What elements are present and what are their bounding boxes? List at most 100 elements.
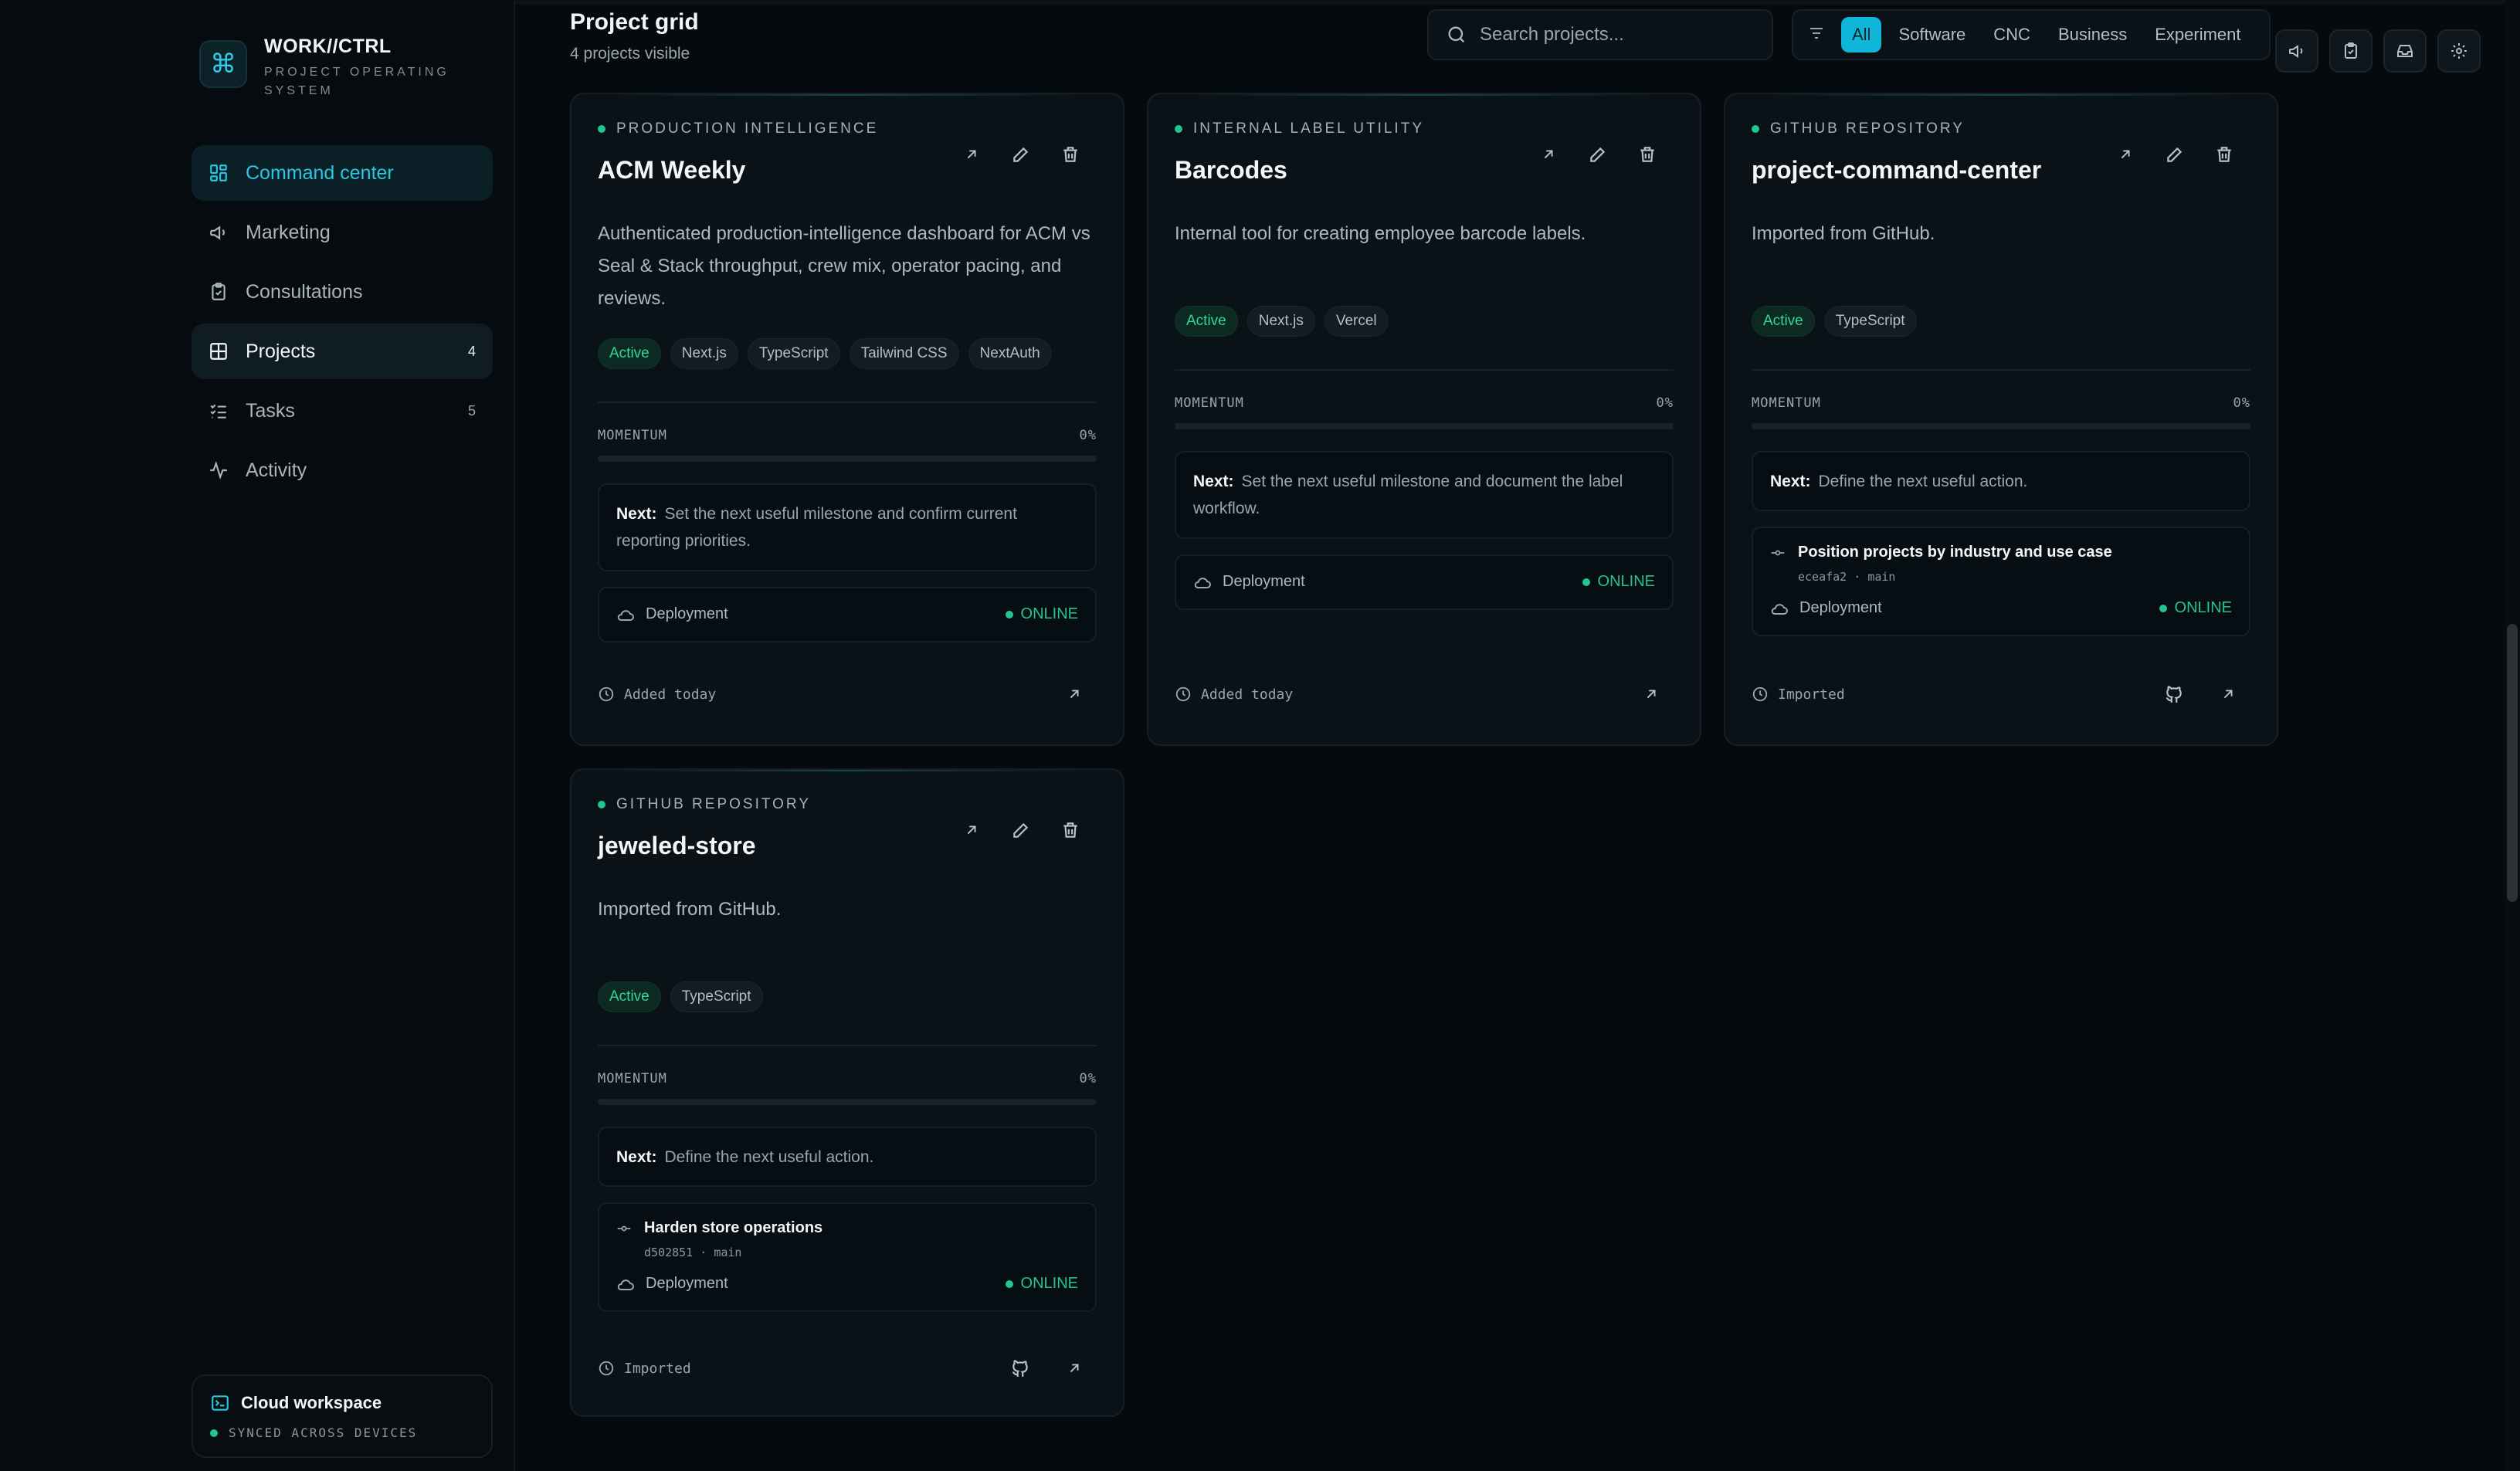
deployment-status: ONLINE [2159, 599, 2232, 617]
project-title: Barcodes [1175, 156, 1287, 184]
card-footer: Added today [1175, 686, 1674, 703]
project-card-barcodes[interactable]: INTERNAL LABEL UTILITY Barcodes Internal… [1147, 93, 1701, 746]
search-icon [1446, 24, 1467, 46]
megaphone-icon [207, 221, 230, 244]
card-footer: Added today [598, 686, 1097, 703]
card-actions [1513, 141, 1661, 168]
trash-icon[interactable] [1633, 141, 1661, 168]
gear-icon[interactable] [2437, 29, 2481, 73]
edit-icon[interactable] [1584, 141, 1612, 168]
card-footer: Imported [598, 1360, 1097, 1377]
deployment-status: ONLINE [1005, 1275, 1078, 1293]
trash-icon[interactable] [1057, 141, 1084, 168]
sidebar-item-consultations[interactable]: Consultations [192, 264, 493, 320]
added-date: Added today [1201, 686, 1294, 703]
edit-icon[interactable] [1007, 141, 1035, 168]
next-label: Next: [1770, 473, 1811, 490]
filter-icon[interactable] [1807, 24, 1829, 46]
next-label: Next: [1193, 473, 1234, 490]
project-description: Internal tool for creating employee barc… [1175, 223, 1586, 244]
sidebar-item-marketing[interactable]: Marketing [192, 205, 493, 260]
grid-icon [207, 340, 230, 363]
card-footer: Imported [1752, 686, 2250, 703]
open-external-icon[interactable] [1640, 683, 1663, 706]
sidebar-item-command-center[interactable]: Command center [192, 145, 493, 201]
inbox-icon[interactable] [2383, 29, 2427, 73]
deployment-status: ONLINE [1582, 573, 1655, 591]
footer-actions [1032, 683, 1086, 706]
open-external-icon[interactable] [2216, 683, 2240, 706]
trash-icon[interactable] [1057, 816, 1084, 844]
cloud-icon [1770, 601, 1789, 616]
divider [598, 402, 1097, 403]
tech-tag: Next.js [1246, 306, 1315, 337]
cloud-workspace-panel[interactable]: Cloud workspace SYNCED ACROSS DEVICES [192, 1374, 493, 1458]
command-key-icon: ⌘ [199, 40, 247, 88]
scrollbar-thumb[interactable] [2507, 624, 2518, 902]
status-dot [1175, 125, 1182, 133]
tech-tag: Vercel [1324, 306, 1389, 337]
clipboard-icon[interactable] [2329, 29, 2372, 73]
github-icon[interactable] [1009, 1357, 1032, 1380]
added-date: Imported [1778, 686, 1845, 703]
deployment-panel: Deployment ONLINE [598, 587, 1097, 642]
project-description: Imported from GitHub. [1752, 223, 1935, 244]
online-dot [1582, 578, 1590, 586]
open-external-icon[interactable] [958, 141, 985, 168]
momentum-row: MOMENTUM 0% [1752, 395, 2250, 411]
deployment-panel: Harden store operations d502851 · main D… [598, 1202, 1097, 1312]
commit-branch: main [1867, 570, 1896, 584]
commit-message: Harden store operations [644, 1219, 823, 1236]
filter-experiment[interactable]: Experiment [2144, 17, 2251, 53]
open-external-icon[interactable] [1535, 141, 1562, 168]
sidebar-item-label: Command center [246, 161, 394, 184]
sidebar-item-label: Marketing [246, 221, 331, 243]
sidebar-item-projects[interactable]: Projects 4 [192, 324, 493, 379]
sidebar-item-label: Consultations [246, 280, 363, 303]
tag-list: Active Next.js TypeScript Tailwind CSS N… [598, 338, 1061, 369]
clock-icon [598, 1360, 615, 1377]
filter-software[interactable]: Software [1887, 17, 1976, 53]
clock-icon [1752, 686, 1769, 703]
sidebar-item-tasks[interactable]: Tasks 5 [192, 383, 493, 439]
search-box[interactable] [1427, 9, 1773, 60]
sidebar-nav: Command center Marketing Consultations P… [192, 145, 493, 502]
brand-name: WORK//CTRL [264, 36, 392, 57]
sidebar-item-activity[interactable]: Activity [192, 442, 493, 498]
search-input[interactable] [1480, 24, 1758, 46]
deployment-label: Deployment [646, 1275, 728, 1292]
trash-icon[interactable] [2210, 141, 2238, 168]
edit-icon[interactable] [2161, 141, 2189, 168]
footer-actions [1609, 683, 1663, 706]
commit-branch: main [714, 1246, 742, 1259]
workspace-title: Cloud workspace [241, 1393, 382, 1412]
filter-cnc[interactable]: CNC [1982, 17, 2041, 53]
filter-business[interactable]: Business [2047, 17, 2138, 53]
github-icon[interactable] [2162, 683, 2186, 706]
edit-icon[interactable] [1007, 816, 1035, 844]
tech-tag: Tailwind CSS [849, 338, 959, 369]
status-dot [1752, 125, 1759, 133]
megaphone-icon[interactable] [2275, 29, 2318, 73]
project-card-jeweled-store[interactable]: GITHUB REPOSITORY jeweled-store Imported… [570, 768, 1124, 1417]
deployment-status-text: ONLINE [1020, 605, 1078, 622]
sidebar-item-label: Projects [246, 340, 316, 362]
filter-all[interactable]: All [1841, 17, 1882, 53]
added-date: Added today [624, 686, 717, 703]
next-text: Set the next useful milestone and docume… [1193, 473, 1623, 517]
momentum-bar [598, 456, 1097, 462]
commit-hash: d502851 [644, 1246, 694, 1259]
open-external-icon[interactable] [1063, 1357, 1086, 1380]
project-card-project-command-center[interactable]: GITHUB REPOSITORY project-command-center… [1724, 93, 2278, 746]
deployment-panel: Position projects by industry and use ca… [1752, 527, 2250, 636]
open-external-icon[interactable] [958, 816, 985, 844]
deployment-label: Deployment [646, 605, 728, 622]
commit-hash: eceafa2 [1798, 570, 1847, 584]
online-dot [2159, 604, 2167, 612]
project-card-acm-weekly[interactable]: PRODUCTION INTELLIGENCE ACM Weekly Authe… [570, 93, 1124, 746]
deployment-row: Deployment ONLINE [616, 1275, 1078, 1293]
open-external-icon[interactable] [1063, 683, 1086, 706]
open-external-icon[interactable] [2111, 141, 2139, 168]
tech-tag: TypeScript [1823, 306, 1917, 337]
project-kind-label: GITHUB REPOSITORY [1770, 120, 1965, 137]
